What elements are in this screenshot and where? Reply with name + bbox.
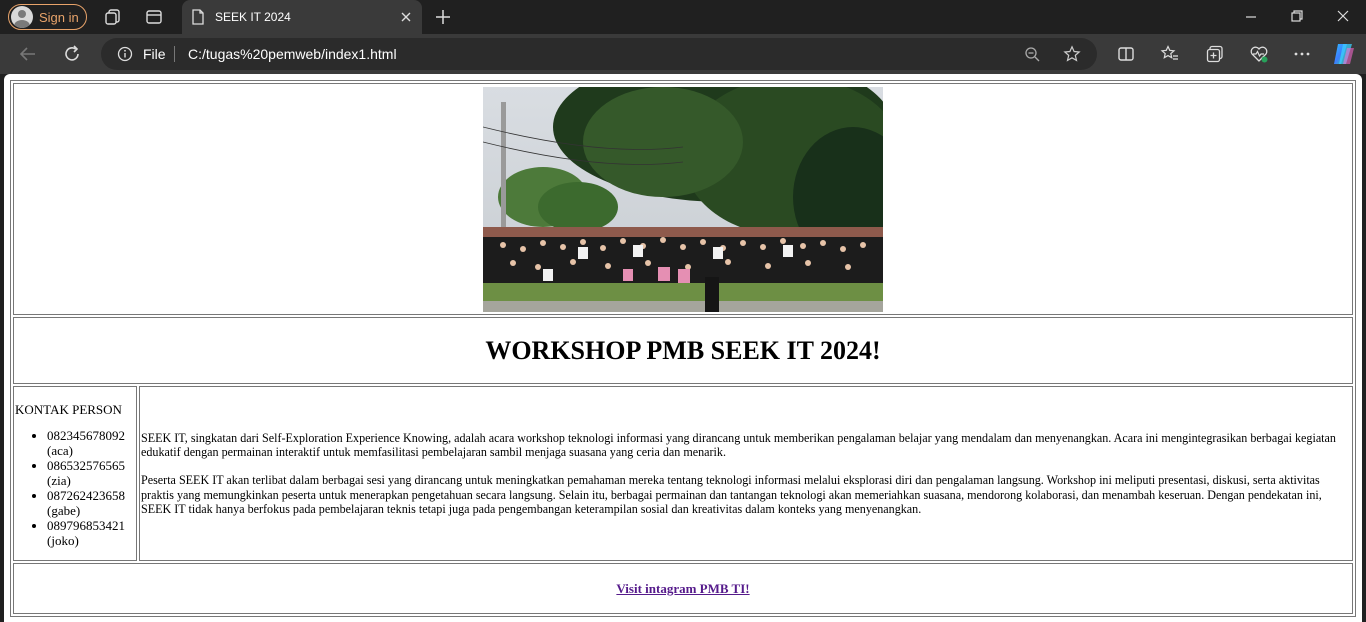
window-close-icon[interactable] (1336, 9, 1350, 23)
tab-actions-icon[interactable] (145, 8, 163, 26)
zoom-out-icon[interactable] (1024, 46, 1040, 62)
restore-icon[interactable] (1290, 9, 1304, 23)
page-layout-table: WORKSHOP PMB SEEK IT 2024! KONTAK PERSON… (10, 80, 1356, 617)
tab-active[interactable]: SEEK IT 2024 (182, 0, 422, 34)
contact-item: 087262423658(gabe) (47, 488, 135, 518)
close-icon[interactable] (400, 11, 412, 23)
favorites-icon[interactable] (1160, 44, 1180, 64)
contact-name: (zia) (47, 473, 71, 488)
contact-name: (gabe) (47, 503, 81, 518)
contact-item: 089796853421(joko) (47, 518, 135, 548)
browser-toolbar: File C:/tugas%20pemweb/index1.html (0, 34, 1366, 74)
address-divider (174, 46, 175, 62)
split-screen-icon[interactable] (1116, 44, 1136, 64)
minimize-icon[interactable] (1244, 9, 1258, 23)
contact-item: 082345678092(aca) (47, 428, 135, 458)
link-cell: Visit intagram PMB TI! (13, 563, 1353, 614)
profile-avatar-icon (11, 6, 33, 28)
browser-essentials-icon[interactable] (1249, 44, 1269, 64)
favorite-star-icon[interactable] (1063, 45, 1081, 63)
sign-in-label: Sign in (39, 9, 79, 25)
contact-phone: 086532576565 (47, 458, 125, 473)
description-paragraph: Peserta SEEK IT akan terlibat dalam berb… (141, 473, 1322, 516)
photo-cell (13, 83, 1353, 315)
document-icon (192, 9, 204, 25)
refresh-icon[interactable] (62, 44, 82, 64)
contact-cell: KONTAK PERSON 082345678092(aca) 08653257… (13, 386, 137, 561)
address-url[interactable]: C:/tugas%20pemweb/index1.html (188, 46, 397, 62)
contact-name: (joko) (47, 533, 79, 548)
tab-title: SEEK IT 2024 (215, 10, 291, 24)
new-tab-icon[interactable] (434, 8, 452, 26)
group-photo (483, 86, 883, 312)
more-icon[interactable] (1292, 44, 1312, 64)
page-viewport: WORKSHOP PMB SEEK IT 2024! KONTAK PERSON… (4, 74, 1362, 622)
contact-name: (aca) (47, 443, 73, 458)
collections-icon[interactable] (104, 8, 122, 26)
contact-list: 082345678092(aca) 086532576565(zia) 0872… (15, 428, 135, 548)
collections-add-icon[interactable] (1205, 44, 1225, 64)
back-icon[interactable] (18, 44, 38, 64)
contact-phone: 087262423658 (47, 488, 125, 503)
sign-in-button[interactable]: Sign in (8, 4, 87, 30)
contact-item: 086532576565(zia) (47, 458, 135, 488)
info-icon[interactable] (117, 46, 133, 62)
title-cell: WORKSHOP PMB SEEK IT 2024! (13, 317, 1353, 384)
copilot-icon[interactable] (1330, 40, 1358, 68)
description-cell: SEEK IT, singkatan dari Self-Exploration… (139, 386, 1353, 561)
address-scheme: File (143, 46, 166, 62)
contact-phone: 089796853421 (47, 518, 125, 533)
tab-strip: Sign in SEEK IT 2024 (0, 0, 1366, 34)
instagram-link[interactable]: Visit intagram PMB TI! (616, 581, 749, 596)
contact-phone: 082345678092 (47, 428, 125, 443)
contact-label: KONTAK PERSON (15, 402, 122, 417)
page-title: WORKSHOP PMB SEEK IT 2024! (485, 335, 881, 365)
address-bar[interactable]: File C:/tugas%20pemweb/index1.html (101, 38, 1097, 70)
description-paragraph: SEEK IT, singkatan dari Self-Exploration… (141, 430, 1336, 460)
